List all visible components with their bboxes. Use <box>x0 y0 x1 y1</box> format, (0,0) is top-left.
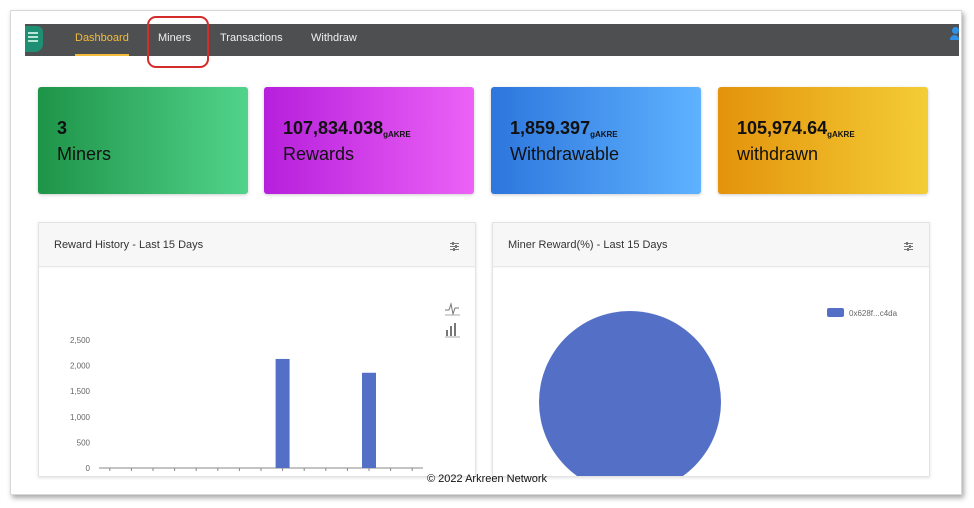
stat-label: Rewards <box>283 144 355 164</box>
stat-card-withdrawn: 105,974.64gAKRE withdrawn <box>718 87 928 194</box>
dashboard-window: Dashboard Miners Transactions Withdraw 3… <box>10 10 962 495</box>
miner-reward-card: Miner Reward(%) - Last 15 Days 0x628f...… <box>492 222 930 477</box>
y-tick-label: 0 <box>86 464 91 473</box>
stat-label: withdrawn <box>737 144 819 164</box>
legend-swatch[interactable] <box>827 308 844 317</box>
reward-bar[interactable] <box>362 372 376 468</box>
line-chart-icon[interactable] <box>445 302 460 316</box>
reward-history-card: Reward History - Last 15 Days 0 500 1,000 1… <box>38 222 476 477</box>
bar-chart-icon[interactable] <box>445 323 460 338</box>
settings-sliders-icon[interactable] <box>903 241 914 252</box>
card-body: 0x628f...c4da <box>493 268 929 477</box>
legend-label[interactable]: 0x628f...c4da <box>849 309 898 318</box>
card-body: 0 500 1,000 1,500 2,000 2,500 <box>39 268 475 476</box>
pie-slice[interactable] <box>539 311 721 477</box>
miner-reward-pie-chart: 0x628f...c4da <box>539 308 898 477</box>
app-logo-icon[interactable] <box>25 26 43 52</box>
settings-sliders-icon[interactable] <box>449 241 460 252</box>
stat-value: 3 <box>57 118 68 138</box>
y-tick-label: 500 <box>77 438 91 447</box>
stat-card-withdrawable: 1,859.397gAKRE Withdrawable <box>491 87 701 194</box>
y-tick-label: 2,000 <box>70 362 91 371</box>
reward-history-chart: 0 500 1,000 1,500 2,000 2,500 <box>70 302 460 473</box>
stat-label: Miners <box>57 144 112 164</box>
stat-card-rewards: 107,834.038gAKRE Rewards <box>264 87 474 194</box>
stat-value: 105,974.64gAKRE <box>737 118 855 139</box>
stat-label: Withdrawable <box>510 144 620 164</box>
nav-transactions[interactable]: Transactions <box>220 24 283 56</box>
miners-highlight-outline <box>147 16 209 68</box>
y-tick-label: 2,500 <box>70 336 91 345</box>
footer-copyright: © 2022 Arkreen Network <box>427 473 547 485</box>
miner-reward-title: Miner Reward(%) - Last 15 Days <box>508 239 668 251</box>
nav-withdraw[interactable]: Withdraw <box>311 24 357 56</box>
stat-value: 107,834.038gAKRE <box>283 118 411 139</box>
reward-bar[interactable] <box>275 358 290 468</box>
nav-dashboard[interactable]: Dashboard <box>75 24 129 56</box>
user-avatar-icon[interactable] <box>950 27 959 42</box>
stat-value: 1,859.397gAKRE <box>510 118 618 139</box>
reward-history-title: Reward History - Last 15 Days <box>54 239 204 251</box>
y-tick-label: 1,500 <box>70 387 91 396</box>
y-tick-label: 1,000 <box>70 413 91 422</box>
stat-card-miners: 3 Miners <box>38 87 248 194</box>
